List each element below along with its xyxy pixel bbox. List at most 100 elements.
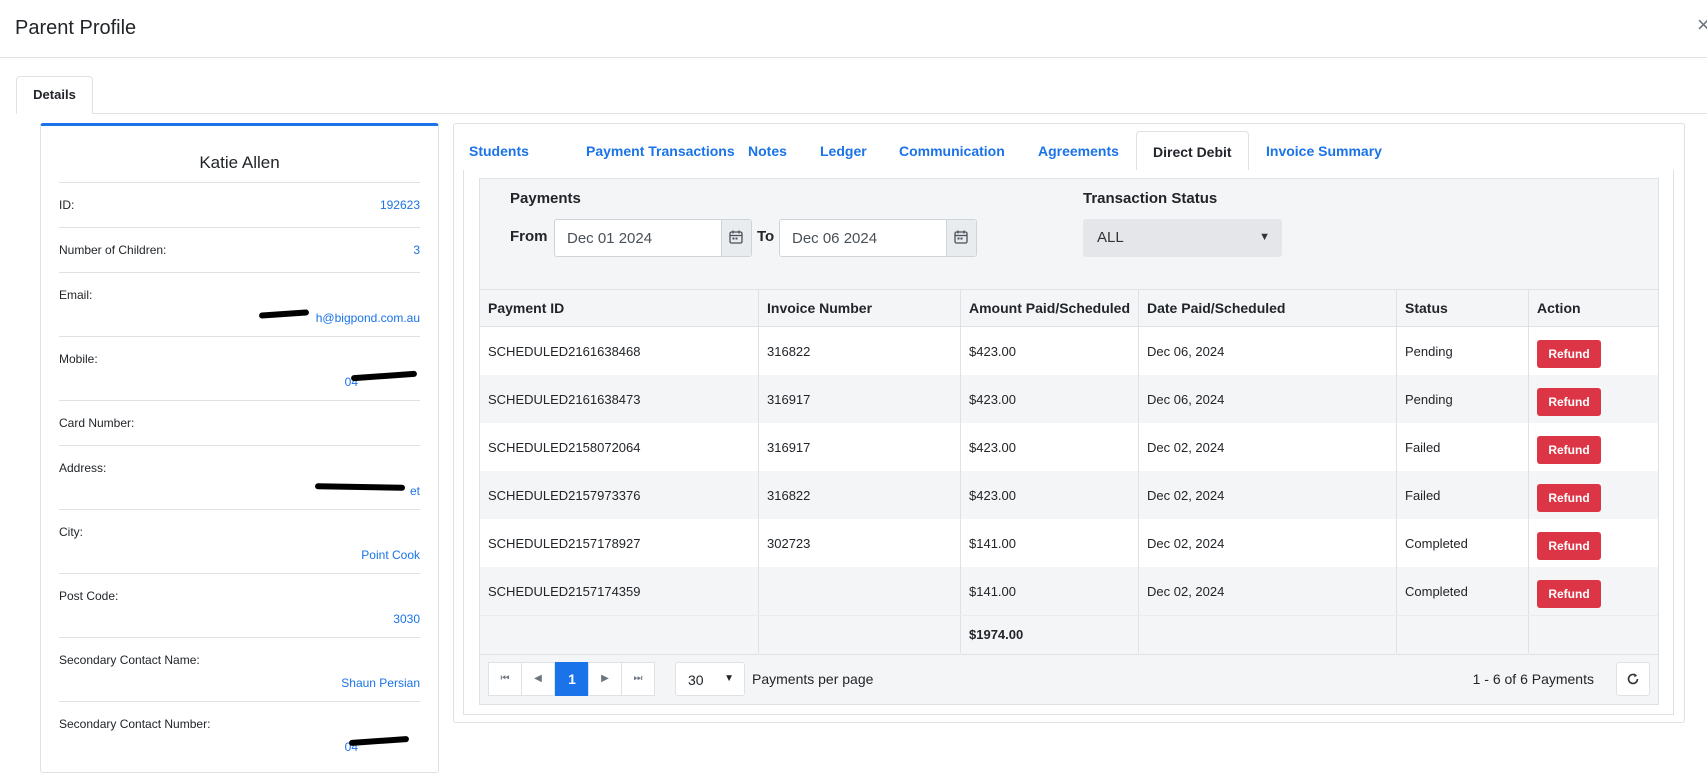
field-label: Mobile: (59, 352, 98, 366)
amount-cell: $423.00 (961, 423, 1139, 471)
redaction-mark (350, 370, 418, 382)
column-header-invoice-number[interactable]: Invoice Number (759, 290, 961, 326)
top-tabs-divider (16, 113, 1707, 114)
amount-cell: $141.00 (961, 567, 1139, 615)
amount-cell: $141.00 (961, 519, 1139, 567)
caret-down-icon: ▼ (1259, 231, 1270, 243)
status-cell: Pending (1397, 375, 1529, 423)
column-header-date[interactable]: Date Paid/Scheduled (1139, 290, 1397, 326)
calendar-icon[interactable] (721, 220, 751, 256)
action-cell: Refund (1529, 567, 1658, 615)
payment-id-cell: SCHEDULED2157174359 (480, 567, 759, 615)
action-cell: Refund (1529, 423, 1658, 471)
payment-id-cell: SCHEDULED2157973376 (480, 471, 759, 519)
invoice-cell: 302723 (759, 519, 961, 567)
refund-button[interactable]: Refund (1537, 436, 1601, 464)
field-label: Secondary Contact Name: (59, 653, 200, 667)
column-header-amount[interactable]: Amount Paid/Scheduled (961, 290, 1139, 326)
refund-button[interactable]: Refund (1537, 580, 1601, 608)
amount-cell: $423.00 (961, 327, 1139, 375)
tab-invoice-summary[interactable]: Invoice Summary (1250, 131, 1398, 171)
field-label: City: (59, 525, 83, 539)
first-page-icon[interactable]: ⏮ (488, 662, 522, 696)
invoice-cell: 316917 (759, 423, 961, 471)
date-cell: Dec 02, 2024 (1139, 423, 1397, 471)
status-cell: Pending (1397, 327, 1529, 375)
tab-details[interactable]: Details (16, 76, 93, 114)
tab-agreements[interactable]: Agreements (1022, 131, 1135, 171)
status-cell: Completed (1397, 567, 1529, 615)
payments-title: Payments (510, 190, 581, 207)
per-page-value: 30 (688, 672, 704, 688)
field-value[interactable]: 3030 (393, 612, 420, 626)
profile-field-city: City: Point Cook (59, 509, 420, 573)
to-date-input[interactable]: Dec 06 2024 (779, 219, 977, 257)
payment-id-cell: SCHEDULED2158072064 (480, 423, 759, 471)
table-row: SCHEDULED2158072064 316917 $423.00 Dec 0… (480, 423, 1658, 471)
tab-notes[interactable]: Notes (732, 131, 803, 171)
action-cell: Refund (1529, 327, 1658, 375)
column-header-payment-id[interactable]: Payment ID (480, 290, 759, 326)
from-date-input[interactable]: Dec 01 2024 (554, 219, 752, 257)
amount-cell: $423.00 (961, 471, 1139, 519)
per-page-select[interactable]: 30 ▼ (675, 662, 745, 696)
field-label: Post Code: (59, 589, 119, 603)
column-header-action: Action (1537, 300, 1581, 316)
last-page-icon[interactable]: ⏭ (621, 662, 655, 696)
field-label: Email: (59, 288, 93, 302)
refund-button[interactable]: Refund (1537, 388, 1601, 416)
field-label: Secondary Contact Number: (59, 717, 211, 731)
transaction-status-select[interactable]: ALL ▼ (1083, 219, 1282, 257)
field-value[interactable]: Shaun Persian (341, 676, 420, 690)
refund-button[interactable]: Refund (1537, 532, 1601, 560)
field-value[interactable]: 192623 (380, 198, 420, 212)
table-row: SCHEDULED2161638468 316822 $423.00 Dec 0… (480, 327, 1658, 375)
date-cell: Dec 06, 2024 (1139, 327, 1397, 375)
field-value[interactable]: h@bigpond.com.au (316, 311, 420, 325)
pager-summary: 1 - 6 of 6 Payments (1472, 671, 1594, 687)
calendar-icon[interactable] (946, 220, 976, 256)
from-label: From (510, 228, 548, 245)
tab-direct-debit[interactable]: Direct Debit (1136, 131, 1249, 171)
table-row: SCHEDULED2161638473 316917 $423.00 Dec 0… (480, 375, 1658, 423)
detail-tabs: Students Payment Transactions Notes Ledg… (453, 131, 1685, 171)
field-value[interactable]: 3 (413, 243, 420, 257)
profile-field-secondary-number: Secondary Contact Number: 04 (59, 701, 420, 765)
tab-students[interactable]: Students (453, 131, 545, 171)
total-empty-cell (759, 616, 961, 653)
invoice-cell: 316917 (759, 375, 961, 423)
prev-page-icon[interactable]: ◀ (521, 662, 555, 696)
payments-table: Payment ID Invoice Number Amount Paid/Sc… (480, 289, 1658, 653)
close-icon[interactable]: × (1697, 14, 1707, 36)
page-number-button[interactable]: 1 (555, 662, 589, 696)
tab-ledger[interactable]: Ledger (804, 131, 883, 171)
profile-field-email: Email: h@bigpond.com.au (59, 272, 420, 336)
total-empty-cell (480, 616, 759, 653)
date-cell: Dec 02, 2024 (1139, 519, 1397, 567)
profile-fields: ID: 192623 Number of Children: 3 Email: … (59, 182, 420, 765)
next-page-icon[interactable]: ▶ (588, 662, 622, 696)
total-empty-cell (1139, 616, 1397, 653)
status-cell: Failed (1397, 423, 1529, 471)
tab-communication[interactable]: Communication (883, 131, 1021, 171)
field-label: Number of Children: (59, 243, 167, 257)
refund-button[interactable]: Refund (1537, 484, 1601, 512)
refresh-button[interactable] (1616, 662, 1650, 696)
refund-button[interactable]: Refund (1537, 340, 1601, 368)
invoice-cell (759, 567, 961, 615)
action-cell: Refund (1529, 375, 1658, 423)
to-label: To (757, 228, 775, 245)
column-header-status[interactable]: Status (1397, 290, 1529, 326)
refresh-icon (1627, 673, 1639, 685)
field-value[interactable]: Point Cook (361, 548, 420, 562)
tab-payment-transactions[interactable]: Payment Transactions (570, 131, 751, 171)
payment-id-cell: SCHEDULED2161638473 (480, 375, 759, 423)
payment-id-cell: SCHEDULED2157178927 (480, 519, 759, 567)
redaction-mark (314, 483, 406, 491)
table-row: SCHEDULED2157178927 302723 $141.00 Dec 0… (480, 519, 1658, 567)
pager: ⏮ ◀ 1 ▶ ⏭ 30 ▼ Payments per page 1 - 6 o… (480, 654, 1658, 704)
table-row: SCHEDULED2157973376 316822 $423.00 Dec 0… (480, 471, 1658, 519)
profile-name: Katie Allen (199, 153, 280, 172)
field-value[interactable]: et (410, 484, 420, 498)
total-amount: $1974.00 (961, 616, 1139, 653)
